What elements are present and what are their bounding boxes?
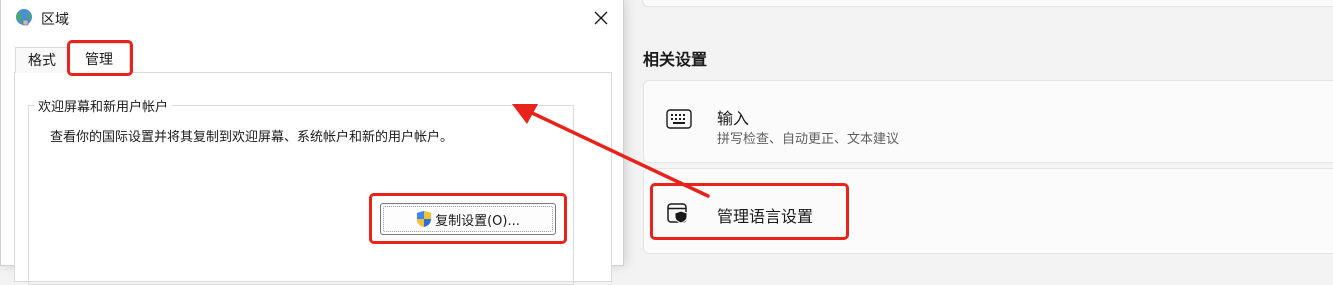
keyboard-icon — [666, 109, 692, 129]
dialog-titlebar[interactable]: 区域 — [1, 0, 623, 36]
manage-language-card-title: 管理语言设置 — [717, 207, 814, 226]
related-settings-heading: 相关设置 — [643, 50, 708, 69]
globe-icon — [15, 8, 33, 30]
groupbox-legend: 欢迎屏幕和新用户帐户 — [34, 96, 173, 115]
tab-format[interactable]: 格式 — [15, 47, 69, 73]
manage-language-settings-card[interactable]: 管理语言设置 — [643, 168, 1333, 254]
copy-settings-label: 复制设置(O)... — [435, 213, 520, 229]
dialog-title: 区域 — [41, 12, 69, 28]
close-icon[interactable] — [589, 6, 613, 30]
input-card-subtitle: 拼写检查、自动更正、文本建议 — [717, 132, 900, 147]
uac-shield-icon — [416, 210, 432, 228]
copy-settings-button[interactable]: 复制设置(O)... — [380, 203, 556, 235]
input-card-title: 输入 — [717, 109, 750, 128]
tab-manage[interactable]: 管理 — [68, 43, 130, 73]
previous-card-edge — [642, 0, 1333, 7]
shield-window-icon — [666, 201, 690, 225]
groupbox-description: 查看你的国际设置并将其复制到欢迎屏幕、系统帐户和新的用户帐户。 — [50, 130, 454, 145]
input-settings-card[interactable]: 输入 拼写检查、自动更正、文本建议 — [643, 80, 1333, 163]
